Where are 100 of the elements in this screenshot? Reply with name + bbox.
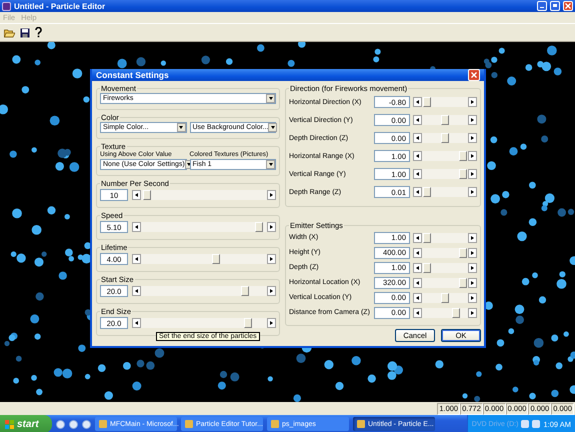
scroll-right-button[interactable] — [468, 232, 477, 242]
left-arrow-icon — [135, 289, 138, 293]
scroll-left-button[interactable] — [132, 190, 141, 200]
left-arrow-icon — [416, 266, 419, 270]
scroll-left-button[interactable] — [413, 151, 422, 161]
left-arrow-icon — [416, 250, 419, 254]
down-arrow-icon — [268, 97, 272, 100]
down-arrow-icon — [179, 126, 183, 129]
left-arrow-icon — [135, 193, 138, 197]
scroll-right-button[interactable] — [468, 262, 477, 272]
scroll-left-button[interactable] — [413, 278, 422, 288]
right-arrow-icon — [471, 310, 474, 314]
folder-icon[interactable] — [4, 28, 15, 38]
left-arrow-icon — [416, 280, 419, 284]
scroll-right-button[interactable] — [267, 286, 276, 296]
close-button[interactable] — [468, 69, 480, 81]
right-arrow-icon — [270, 289, 273, 293]
scroll-right-button[interactable] — [267, 254, 276, 264]
right-arrow-icon — [471, 280, 474, 284]
slider-thumb[interactable] — [459, 151, 468, 161]
slider-thumb[interactable] — [244, 318, 252, 328]
right-arrow-icon — [471, 250, 474, 254]
scroll-right-button[interactable] — [468, 292, 477, 302]
scroll-right-button[interactable] — [267, 222, 276, 232]
scroll-right-button[interactable] — [468, 97, 477, 107]
maximize-button[interactable] — [550, 1, 560, 11]
slider-thumb[interactable] — [459, 278, 468, 288]
slider-thumb[interactable] — [441, 292, 449, 302]
slider-thumb[interactable] — [441, 133, 449, 143]
scroll-right-button[interactable] — [267, 190, 276, 200]
slider-thumb[interactable] — [459, 248, 468, 258]
dropdown-button[interactable] — [268, 123, 278, 132]
slider-thumb[interactable] — [452, 308, 460, 318]
right-arrow-icon — [471, 236, 474, 240]
left-arrow-icon — [416, 118, 419, 122]
scroll-left-button[interactable] — [413, 97, 422, 107]
left-arrow-icon — [135, 257, 138, 261]
scroll-left-button[interactable] — [413, 248, 422, 258]
right-arrow-icon — [471, 190, 474, 194]
down-arrow-icon — [268, 163, 272, 166]
left-arrow-icon — [135, 321, 138, 325]
scroll-right-button[interactable] — [468, 248, 477, 258]
dropdown-button[interactable] — [266, 94, 275, 103]
scroll-left-button[interactable] — [413, 133, 422, 143]
left-arrow-icon — [416, 136, 419, 140]
scroll-right-button[interactable] — [468, 151, 477, 161]
left-arrow-icon — [135, 225, 138, 229]
close-button[interactable] — [563, 1, 573, 11]
slider-thumb[interactable] — [143, 190, 152, 200]
windows-flag-icon — [5, 420, 14, 428]
scroll-left-button[interactable] — [132, 318, 141, 328]
dialog-title: Constant Settings — [96, 70, 170, 80]
scroll-left-button[interactable] — [413, 169, 422, 179]
scroll-right-button[interactable] — [468, 115, 477, 125]
left-arrow-icon — [416, 190, 419, 194]
left-arrow-icon — [416, 310, 419, 314]
slider-thumb[interactable] — [422, 187, 431, 197]
right-arrow-icon — [471, 172, 474, 176]
left-arrow-icon — [416, 172, 419, 176]
slider-thumb[interactable] — [422, 262, 431, 272]
scroll-right-button[interactable] — [468, 169, 477, 179]
scroll-left-button[interactable] — [413, 187, 422, 197]
slider-thumb[interactable] — [212, 254, 220, 264]
right-arrow-icon — [471, 154, 474, 158]
scroll-left-button[interactable] — [413, 262, 422, 272]
right-arrow-icon — [270, 321, 273, 325]
scroll-left-button[interactable] — [132, 222, 141, 232]
help-icon[interactable] — [35, 27, 42, 38]
scroll-left-button[interactable] — [132, 286, 141, 296]
slider-thumb[interactable] — [459, 169, 468, 179]
slider-thumb[interactable] — [422, 97, 431, 107]
slider-thumb[interactable] — [255, 222, 264, 232]
scroll-left-button[interactable] — [132, 254, 141, 264]
scroll-left-button[interactable] — [413, 308, 422, 318]
close-icon — [565, 3, 571, 9]
scroll-right-button[interactable] — [468, 278, 477, 288]
right-arrow-icon — [471, 266, 474, 270]
down-arrow-icon — [270, 126, 275, 129]
slider-thumb[interactable] — [241, 286, 250, 296]
scroll-right-button[interactable] — [468, 133, 477, 143]
right-arrow-icon — [270, 193, 273, 197]
scroll-right-button[interactable] — [267, 318, 276, 328]
scroll-left-button[interactable] — [413, 292, 422, 302]
scroll-right-button[interactable] — [468, 187, 477, 197]
slider-thumb[interactable] — [441, 115, 449, 125]
slider-thumb[interactable] — [422, 232, 431, 242]
close-icon — [471, 72, 477, 78]
left-arrow-icon — [416, 154, 419, 158]
scroll-right-button[interactable] — [468, 308, 477, 318]
dropdown-button[interactable] — [266, 160, 275, 169]
left-arrow-icon — [416, 296, 419, 300]
left-arrow-icon — [416, 236, 419, 240]
dropdown-button[interactable] — [176, 123, 186, 132]
minimize-button[interactable] — [537, 1, 547, 11]
app-icon — [2, 2, 11, 10]
right-arrow-icon — [471, 118, 474, 122]
right-arrow-icon — [270, 257, 273, 261]
right-arrow-icon — [471, 100, 474, 104]
scroll-left-button[interactable] — [413, 115, 422, 125]
scroll-left-button[interactable] — [413, 232, 422, 242]
